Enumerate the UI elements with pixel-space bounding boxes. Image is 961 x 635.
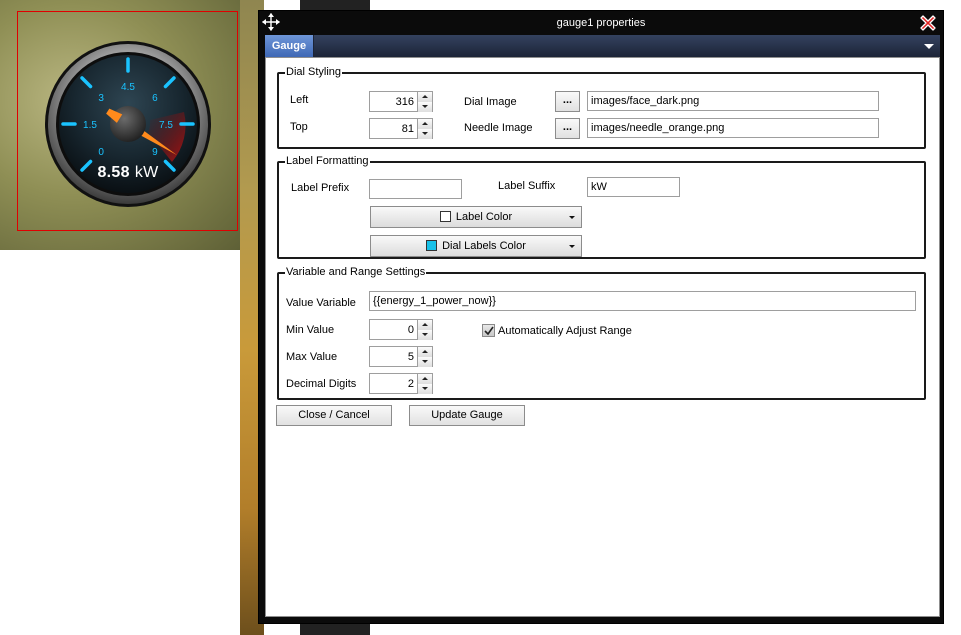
label-color-swatch — [439, 211, 451, 222]
tab-bar: Gauge — [265, 35, 940, 57]
decimal-digits-decrement-button[interactable] — [418, 384, 432, 394]
gauge-scale-label: 4.5 — [121, 82, 135, 93]
dial-image-field[interactable] — [587, 91, 879, 111]
min-value-decrement-button[interactable] — [418, 330, 432, 340]
left-input[interactable] — [369, 91, 418, 112]
label-suffix-field[interactable] — [587, 177, 680, 197]
min-value-stepper[interactable] — [369, 319, 434, 340]
top-decrement-button[interactable] — [418, 129, 432, 139]
max-value-decrement-button[interactable] — [418, 357, 432, 367]
left-label: Left — [290, 94, 309, 106]
min-value-input[interactable] — [369, 319, 418, 340]
top-stepper[interactable] — [369, 118, 434, 139]
label-prefix-label: Label Prefix — [291, 182, 350, 194]
dial-labels-color-swatch — [426, 240, 438, 251]
variable-range-legend: Variable and Range Settings — [286, 266, 426, 278]
dial-styling-legend: Dial Styling — [286, 66, 342, 78]
top-label: Top — [290, 121, 308, 133]
gauge-scale-label: 7.5 — [159, 120, 173, 131]
label-suffix-label: Label Suffix — [498, 180, 556, 192]
top-input[interactable] — [369, 118, 418, 139]
max-value-label: Max Value — [286, 351, 338, 363]
gauge-dial: 0 1.5 3 4.5 6 7.5 9 — [45, 41, 211, 207]
close-cancel-button[interactable]: Close / Cancel — [276, 405, 392, 426]
label-color-dropdown[interactable]: Label Color — [370, 206, 582, 228]
tab-gauge[interactable]: Gauge — [265, 35, 314, 57]
left-stepper[interactable] — [369, 91, 434, 112]
label-formatting-legend: Label Formatting — [286, 155, 369, 167]
dial-image-browse-button[interactable]: ... — [555, 91, 580, 112]
update-gauge-button[interactable]: Update Gauge — [409, 405, 525, 426]
decimal-digits-label: Decimal Digits — [286, 378, 357, 390]
gauge-scale-label: 3 — [98, 93, 104, 104]
needle-image-field[interactable] — [587, 118, 879, 138]
auto-adjust-label: Automatically Adjust Range — [498, 325, 632, 337]
chevron-down-icon[interactable] — [922, 39, 936, 53]
gauge-scale-label: 9 — [152, 147, 158, 158]
label-formatting-group: Label Formatting Label Prefix Label Suff… — [277, 156, 926, 259]
variable-range-group: Variable and Range Settings Value Variab… — [277, 267, 926, 400]
max-value-stepper[interactable] — [369, 346, 434, 367]
needle-image-browse-button[interactable]: ... — [555, 118, 580, 139]
dialog-titlebar[interactable]: gauge1 properties — [259, 11, 943, 35]
decimal-digits-input[interactable] — [369, 373, 418, 394]
left-decrement-button[interactable] — [418, 102, 432, 112]
auto-adjust-checkbox[interactable] — [482, 324, 495, 337]
gauge-widget[interactable]: 0 1.5 3 4.5 6 7.5 9 8.58 kW — [44, 40, 212, 208]
properties-dialog: gauge1 properties Gauge Dial Styling Lef… — [258, 10, 944, 624]
close-x-icon[interactable] — [918, 13, 938, 33]
gauge-value-readout: 8.58 kW — [44, 164, 212, 182]
dial-styling-group: Dial Styling Left Top Dial Image ... Nee… — [277, 67, 926, 149]
gauge-value: 8.58 — [97, 164, 130, 181]
chevron-down-icon — [569, 245, 575, 248]
label-prefix-field[interactable] — [369, 179, 462, 199]
gauge-unit: kW — [134, 164, 159, 181]
checkmark-icon — [484, 326, 494, 336]
chevron-down-icon — [569, 216, 575, 219]
gauge-properties-panel: Dial Styling Left Top Dial Image ... Nee… — [265, 57, 940, 617]
needle-image-label: Needle Image — [464, 122, 533, 134]
dial-labels-color-dropdown[interactable]: Dial Labels Color — [370, 235, 582, 257]
value-variable-label: Value Variable — [286, 297, 356, 309]
dial-image-label: Dial Image — [464, 96, 517, 108]
label-color-text: Label Color — [455, 211, 513, 223]
min-value-label: Min Value — [286, 324, 335, 336]
dialog-title: gauge1 properties — [556, 17, 646, 29]
value-variable-field[interactable] — [369, 291, 916, 311]
max-value-input[interactable] — [369, 346, 418, 367]
gauge-scale-label: 1.5 — [83, 120, 97, 131]
decimal-digits-stepper[interactable] — [369, 373, 434, 394]
dial-labels-color-text: Dial Labels Color — [442, 240, 526, 252]
gauge-scale-label: 0 — [98, 147, 104, 158]
gauge-scale-label: 6 — [152, 93, 158, 104]
